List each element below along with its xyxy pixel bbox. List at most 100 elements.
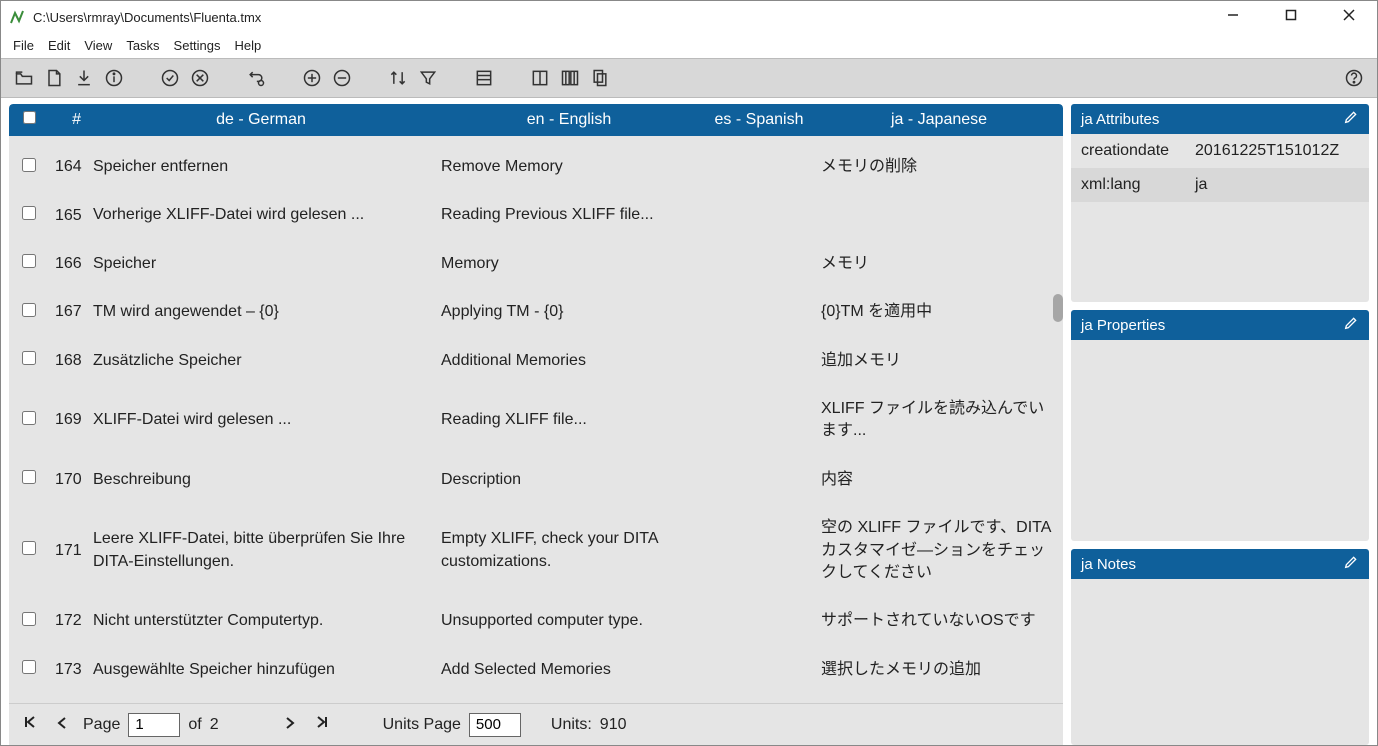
column-en[interactable]: en - English: [435, 107, 703, 133]
cell-de[interactable]: Ausgewählte Speicher hinzufügen: [87, 649, 435, 691]
edit-attributes-icon[interactable]: [1343, 109, 1359, 129]
save-icon[interactable]: [71, 65, 97, 91]
table-row[interactable]: 171Leere XLIFF-Datei, bitte überprüfen S…: [9, 507, 1063, 600]
column-ja[interactable]: ja - Japanese: [815, 107, 1063, 133]
row-checkbox[interactable]: [22, 660, 36, 674]
table-body[interactable]: 164Speicher entfernenRemove Memoryメモリの削除…: [9, 136, 1063, 703]
close-button[interactable]: [1333, 8, 1365, 26]
cell-en[interactable]: Unsupported computer type.: [435, 600, 703, 642]
table-row[interactable]: 168Zusätzliche SpeicherAdditional Memori…: [9, 340, 1063, 388]
menu-edit[interactable]: Edit: [48, 38, 70, 53]
attribute-row[interactable]: xml:langja: [1071, 168, 1369, 202]
sort-icon[interactable]: [385, 65, 411, 91]
edit-notes-icon[interactable]: [1343, 554, 1359, 574]
minimize-button[interactable]: [1217, 8, 1249, 26]
menu-help[interactable]: Help: [235, 38, 262, 53]
cell-es[interactable]: [703, 157, 815, 177]
cell-es[interactable]: [703, 351, 815, 371]
column-es[interactable]: es - Spanish: [703, 107, 815, 133]
cell-ja[interactable]: 内容: [815, 459, 1063, 501]
filter-icon[interactable]: [415, 65, 441, 91]
cell-ja[interactable]: 追加メモリ: [815, 340, 1063, 382]
cell-en[interactable]: Empty XLIFF, check your DITA customizati…: [435, 518, 703, 583]
maximize-button[interactable]: [1275, 8, 1307, 26]
cell-en[interactable]: Reading Previous XLIFF file...: [435, 194, 703, 236]
new-file-icon[interactable]: [41, 65, 67, 91]
help-icon[interactable]: [1341, 65, 1367, 91]
copy-icon[interactable]: [587, 65, 613, 91]
row-checkbox[interactable]: [22, 158, 36, 172]
cell-en[interactable]: Add Selected Memories: [435, 649, 703, 691]
row-checkbox[interactable]: [22, 254, 36, 268]
split-icon[interactable]: [557, 65, 583, 91]
cell-en[interactable]: Remove Memory: [435, 146, 703, 188]
confirm-icon[interactable]: [157, 65, 183, 91]
units-page-input[interactable]: [469, 713, 521, 737]
cell-es[interactable]: [703, 611, 815, 631]
cell-es[interactable]: [703, 302, 815, 322]
page-input[interactable]: [128, 713, 180, 737]
cell-es[interactable]: [703, 470, 815, 490]
remove-icon[interactable]: [329, 65, 355, 91]
cell-es[interactable]: [703, 660, 815, 680]
cell-de[interactable]: Nicht unterstützter Computertyp.: [87, 600, 435, 642]
select-all-checkbox[interactable]: [23, 111, 36, 124]
cell-ja[interactable]: [815, 206, 1063, 226]
add-icon[interactable]: [299, 65, 325, 91]
row-checkbox[interactable]: [22, 541, 36, 555]
menu-settings[interactable]: Settings: [174, 38, 221, 53]
column-number[interactable]: #: [49, 107, 87, 133]
cell-en[interactable]: Memory: [435, 243, 703, 285]
row-checkbox[interactable]: [22, 303, 36, 317]
cell-ja[interactable]: メモリ: [815, 243, 1063, 285]
prev-page-button[interactable]: [51, 716, 73, 734]
cell-en[interactable]: Applying TM - {0}: [435, 291, 703, 333]
cell-ja[interactable]: サポートされていないOSです: [815, 600, 1063, 642]
next-page-button[interactable]: [279, 716, 301, 734]
table-row[interactable]: 173Ausgewählte Speicher hinzufügenAdd Se…: [9, 649, 1063, 697]
cell-es[interactable]: [703, 541, 815, 561]
menu-tasks[interactable]: Tasks: [126, 38, 159, 53]
table-row[interactable]: 164Speicher entfernenRemove Memoryメモリの削除: [9, 146, 1063, 194]
cell-de[interactable]: Speicher entfernen: [87, 146, 435, 188]
cell-de[interactable]: TM wird angewendet – {0}: [87, 291, 435, 333]
cell-de[interactable]: Vorherige XLIFF-Datei wird gelesen ...: [87, 194, 435, 236]
cell-es[interactable]: [703, 206, 815, 226]
cell-ja[interactable]: {0}TM を適用中: [815, 291, 1063, 333]
cell-en[interactable]: Reading XLIFF file...: [435, 399, 703, 441]
cell-de[interactable]: Beschreibung: [87, 459, 435, 501]
cell-ja[interactable]: XLIFF ファイルを読み込んでいます...: [815, 388, 1063, 453]
column-de[interactable]: de - German: [87, 107, 435, 133]
table-row[interactable]: 172Nicht unterstützter Computertyp.Unsup…: [9, 600, 1063, 648]
edit-properties-icon[interactable]: [1343, 315, 1359, 335]
cell-ja[interactable]: 選択したメモリの追加: [815, 649, 1063, 691]
cancel-icon[interactable]: [187, 65, 213, 91]
columns-icon[interactable]: [527, 65, 553, 91]
table-row[interactable]: 165Vorherige XLIFF-Datei wird gelesen ..…: [9, 194, 1063, 242]
menu-view[interactable]: View: [84, 38, 112, 53]
cell-ja[interactable]: メモリの削除: [815, 146, 1063, 188]
cell-de[interactable]: Leere XLIFF-Datei, bitte überprüfen Sie …: [87, 518, 435, 583]
replace-icon[interactable]: [243, 65, 269, 91]
list-icon[interactable]: [471, 65, 497, 91]
cell-ja[interactable]: 空の XLIFF ファイルです、DITA カスタマイゼ―ションをチェックしてくだ…: [815, 507, 1063, 594]
cell-en[interactable]: Additional Memories: [435, 340, 703, 382]
cell-es[interactable]: [703, 254, 815, 274]
table-row[interactable]: 170BeschreibungDescription内容: [9, 459, 1063, 507]
open-file-icon[interactable]: [11, 65, 37, 91]
cell-de[interactable]: Zusätzliche Speicher: [87, 340, 435, 382]
menu-file[interactable]: File: [13, 38, 34, 53]
row-checkbox[interactable]: [22, 411, 36, 425]
last-page-button[interactable]: [311, 715, 333, 734]
table-row[interactable]: 167TM wird angewendet – {0}Applying TM -…: [9, 291, 1063, 339]
scrollbar-thumb[interactable]: [1053, 294, 1063, 322]
row-checkbox[interactable]: [22, 206, 36, 220]
row-checkbox[interactable]: [22, 351, 36, 365]
table-row[interactable]: 169XLIFF-Datei wird gelesen ...Reading X…: [9, 388, 1063, 459]
row-checkbox[interactable]: [22, 612, 36, 626]
cell-en[interactable]: Description: [435, 459, 703, 501]
info-icon[interactable]: [101, 65, 127, 91]
row-checkbox[interactable]: [22, 470, 36, 484]
cell-de[interactable]: Speicher: [87, 243, 435, 285]
table-row[interactable]: 166SpeicherMemoryメモリ: [9, 243, 1063, 291]
